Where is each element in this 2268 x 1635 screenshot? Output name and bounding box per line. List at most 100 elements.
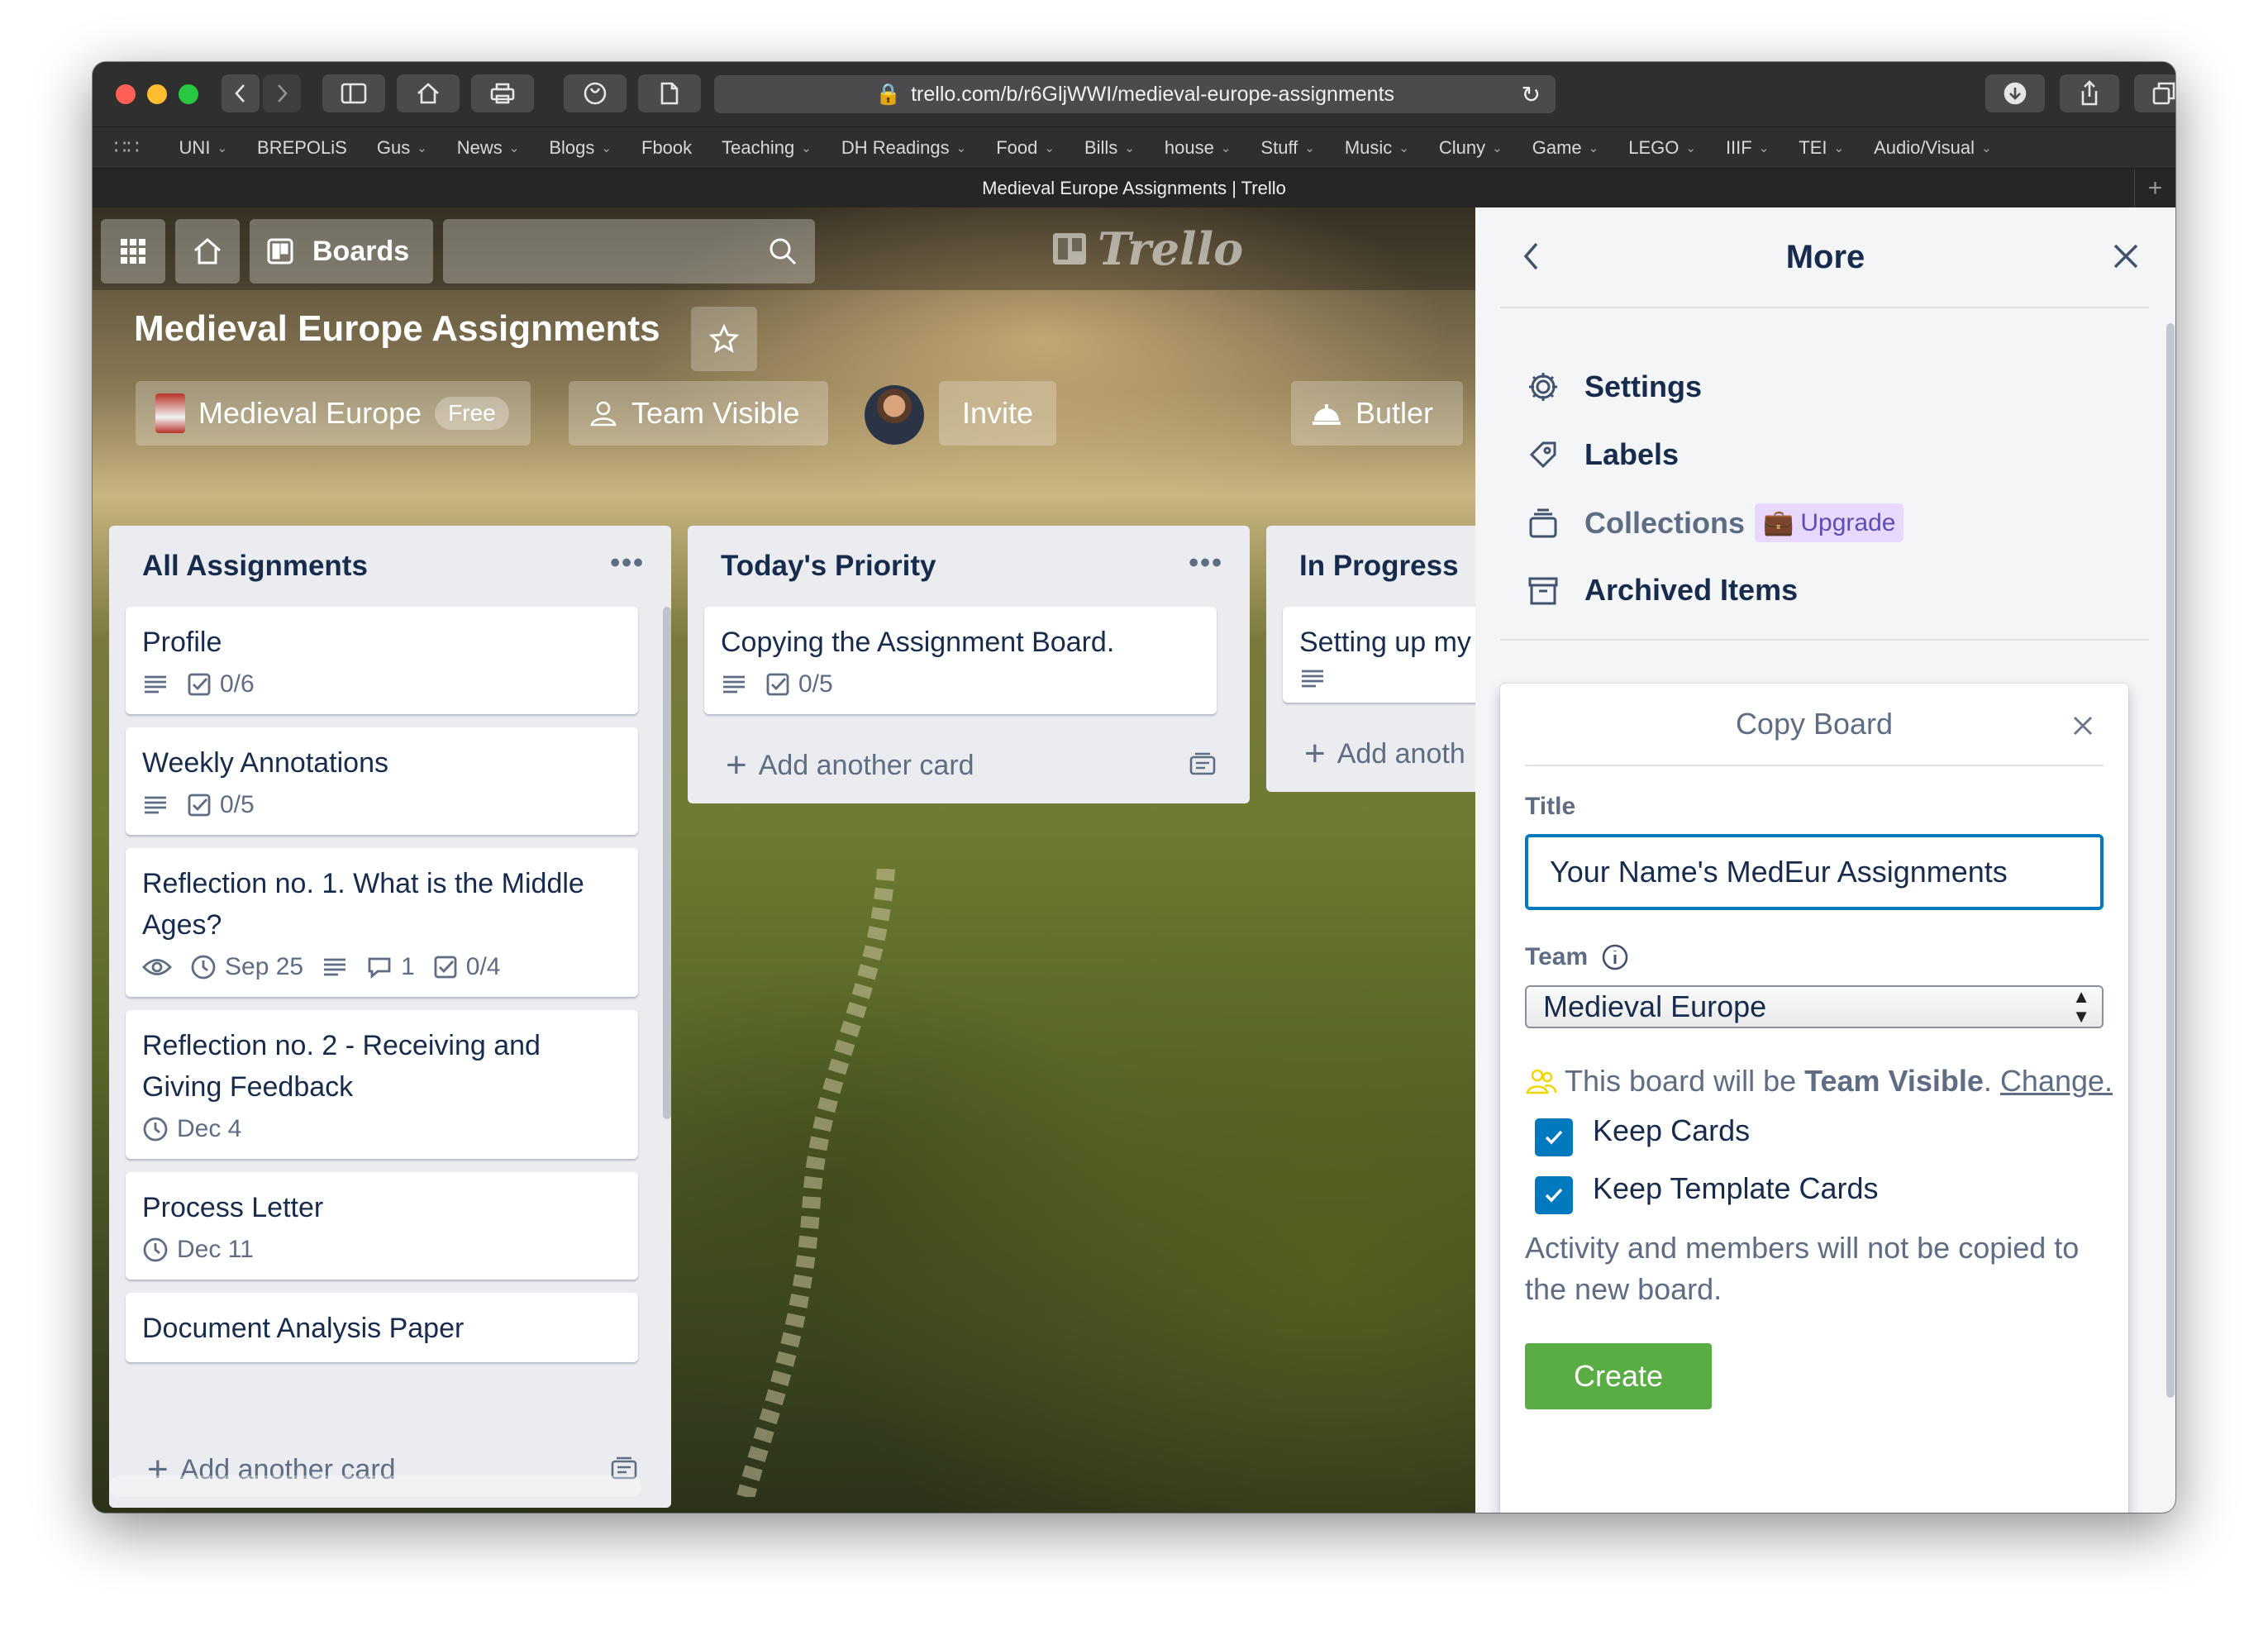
bookmark-item[interactable]: Gus ⌄: [377, 137, 427, 159]
info-icon[interactable]: [1601, 943, 1629, 971]
bookmark-item[interactable]: IIIF ⌄: [1726, 137, 1769, 159]
clock-icon: [142, 1237, 169, 1263]
bookmark-label: Stuff: [1260, 136, 1298, 158]
bookmark-item[interactable]: Bills ⌄: [1084, 137, 1135, 159]
chevron-down-icon: ⌄: [1833, 141, 1845, 155]
member-avatar[interactable]: [865, 385, 924, 445]
apps-switcher-button[interactable]: [101, 219, 165, 284]
star-board-button[interactable]: [691, 307, 757, 371]
copy-board-popover: Copy Board Title Your Name's MedEur Assi…: [1500, 684, 2128, 1513]
bookmark-item[interactable]: Music ⌄: [1345, 137, 1409, 159]
address-bar[interactable]: 🔒 trello.com/b/r6GljWWI/medieval-europe-…: [714, 75, 1556, 113]
forward-button[interactable]: [263, 74, 301, 112]
create-button[interactable]: Create: [1525, 1343, 1712, 1409]
bookmark-item[interactable]: News ⌄: [457, 137, 520, 159]
keep-template-cards-label[interactable]: Keep Template Cards: [1593, 1171, 1879, 1206]
bookmark-item[interactable]: UNI ⌄: [179, 137, 227, 159]
bookmark-item[interactable]: Fbook: [641, 137, 692, 159]
upgrade-badge[interactable]: 💼 Upgrade: [1755, 503, 1904, 542]
bookmark-item[interactable]: TEI ⌄: [1799, 137, 1844, 159]
menu-item-collections[interactable]: Collections 💼 Upgrade: [1527, 503, 1904, 542]
card[interactable]: Weekly Annotations 0/5: [126, 727, 638, 835]
boards-button[interactable]: Boards: [250, 219, 433, 284]
bookmark-item[interactable]: Stuff ⌄: [1260, 137, 1314, 159]
bookmark-item[interactable]: BREPOLiS: [257, 137, 347, 159]
list-scrollbar[interactable]: [663, 607, 671, 1119]
close-icon[interactable]: [2072, 715, 2094, 736]
chevron-down-icon: ⌄: [1981, 141, 1992, 155]
team-button[interactable]: Medieval Europe Free: [136, 381, 531, 446]
reader-button[interactable]: [638, 74, 701, 112]
bookmark-label: BREPOLiS: [257, 136, 347, 158]
butler-button[interactable]: Butler: [1291, 381, 1463, 446]
visibility-button[interactable]: Team Visible: [569, 381, 828, 446]
board-title-input[interactable]: Your Name's MedEur Assignments: [1525, 834, 2104, 910]
list-menu-button[interactable]: •••: [1189, 547, 1223, 579]
menu-item-archived[interactable]: Archived Items: [1527, 573, 1798, 608]
board-horizontal-scrollbar[interactable]: [109, 1475, 641, 1497]
home-nav-button[interactable]: [175, 219, 240, 284]
invite-button[interactable]: Invite: [939, 381, 1056, 446]
bookmark-item[interactable]: Teaching ⌄: [722, 137, 812, 159]
card[interactable]: Profile 0/6: [126, 607, 638, 714]
bookmark-item[interactable]: DH Readings ⌄: [841, 137, 966, 159]
keep-template-cards-checkbox[interactable]: [1535, 1176, 1573, 1214]
card[interactable]: Document Analysis Paper: [126, 1293, 638, 1362]
bookmark-item[interactable]: LEGO ⌄: [1628, 137, 1696, 159]
new-tab-button[interactable]: +: [2134, 169, 2175, 208]
badge-description: [721, 674, 747, 695]
bookmark-item[interactable]: Blogs ⌄: [549, 137, 612, 159]
card[interactable]: Reflection no. 2 - Receiving and Giving …: [126, 1010, 638, 1159]
menu-item-settings[interactable]: Settings: [1527, 369, 1702, 404]
keep-cards-label[interactable]: Keep Cards: [1593, 1113, 1750, 1148]
list-title[interactable]: In Progress: [1299, 550, 1459, 583]
bookmark-item[interactable]: Audio/Visual ⌄: [1874, 137, 1991, 159]
tabs-overview-button[interactable]: [2134, 74, 2175, 112]
board-title[interactable]: Medieval Europe Assignments: [134, 308, 660, 350]
share-icon: [2081, 80, 2098, 106]
change-visibility-link[interactable]: Change.: [2000, 1064, 2113, 1099]
bookmark-item[interactable]: house ⌄: [1165, 137, 1232, 159]
zoom-window-button[interactable]: [179, 84, 198, 104]
print-button[interactable]: [471, 74, 534, 112]
keep-cards-checkbox[interactable]: [1535, 1118, 1573, 1156]
trello-logo[interactable]: Trello: [1051, 222, 1243, 275]
team-select[interactable]: Medieval Europe ▲ ▼: [1525, 985, 2104, 1028]
visibility-suffix: .: [1983, 1064, 2000, 1098]
panel-scrollbar[interactable]: [2166, 323, 2175, 1398]
card-template-icon[interactable]: [1189, 752, 1217, 777]
share-button[interactable]: [2060, 74, 2119, 112]
bookmark-item[interactable]: Cluny ⌄: [1439, 137, 1503, 159]
card[interactable]: Process Letter Dec 11: [126, 1172, 638, 1280]
badge-watch: [142, 956, 172, 978]
card[interactable]: Copying the Assignment Board. 0/5: [704, 607, 1217, 714]
list-title[interactable]: Today's Priority: [721, 550, 936, 583]
badge-description: [142, 674, 169, 695]
close-icon[interactable]: [2112, 242, 2140, 270]
bookmark-label: IIIF: [1725, 136, 1752, 158]
badge-description: [322, 956, 348, 978]
back-icon[interactable]: [1522, 241, 1541, 272]
home-button[interactable]: [397, 74, 460, 112]
search-input[interactable]: [443, 219, 815, 284]
list-title[interactable]: All Assignments: [142, 550, 368, 583]
bookmark-item[interactable]: Game ⌄: [1532, 137, 1599, 159]
shield-extension-button[interactable]: [564, 74, 627, 112]
list-menu-button[interactable]: •••: [610, 547, 645, 579]
close-window-button[interactable]: [116, 84, 136, 104]
menu-item-labels[interactable]: Labels: [1527, 437, 1679, 472]
bookmark-item[interactable]: Food ⌄: [996, 137, 1055, 159]
bookmark-label: Game: [1532, 136, 1582, 158]
apps-grid-icon[interactable]: ∷∷: [114, 136, 140, 160]
sidebar-toggle-button[interactable]: [322, 74, 385, 112]
reload-icon[interactable]: ↻: [1522, 81, 1541, 108]
back-button[interactable]: [222, 74, 260, 112]
tab-active[interactable]: Medieval Europe Assignments | Trello: [982, 178, 1286, 199]
chevron-down-icon: ⌄: [1588, 141, 1599, 155]
background-path-decoration: [736, 869, 895, 1497]
card[interactable]: Reflection no. 1. What is the Middle Age…: [126, 848, 638, 997]
downloads-button[interactable]: [1985, 74, 2045, 112]
add-card-button[interactable]: + Add another card: [688, 727, 1250, 803]
chevron-down-icon: ⌄: [1044, 141, 1055, 155]
minimize-window-button[interactable]: [147, 84, 167, 104]
